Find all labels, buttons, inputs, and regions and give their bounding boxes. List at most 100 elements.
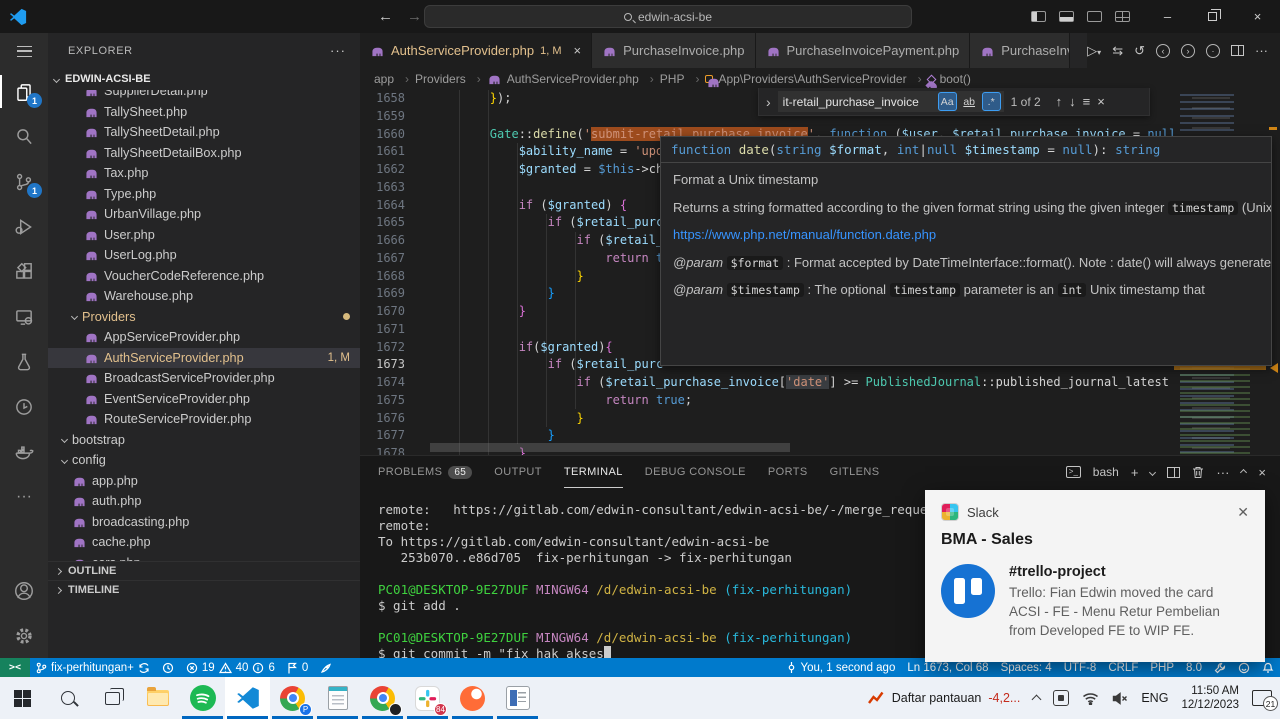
maximize-panel-icon[interactable] bbox=[1240, 468, 1247, 475]
postman-button[interactable] bbox=[450, 677, 495, 719]
shell-label[interactable]: bash bbox=[1093, 465, 1119, 479]
minimize-button[interactable]: – bbox=[1145, 0, 1190, 33]
tree-item[interactable]: AuthServiceProvider.php 1, M bbox=[48, 348, 360, 369]
sidebar-item-run-debug[interactable] bbox=[0, 204, 48, 249]
remote-indicator[interactable]: >< bbox=[0, 658, 30, 677]
panel-tab[interactable]: GITLENS bbox=[830, 456, 880, 488]
tree-item[interactable]: User.php bbox=[48, 225, 360, 246]
editor-tab[interactable]: PurchaseInvoice × bbox=[970, 33, 1070, 68]
editor-tab[interactable]: PurchaseInvoice.php × bbox=[592, 33, 755, 68]
sidebar-section-header[interactable]: OUTLINE bbox=[48, 561, 360, 580]
flag-indicator[interactable]: 0 bbox=[281, 658, 314, 677]
tree-item[interactable]: Tax.php bbox=[48, 163, 360, 184]
find-query-text[interactable]: it-retail_purchase_invoice bbox=[783, 95, 935, 109]
tree-item[interactable]: BroadcastServiceProvider.php bbox=[48, 368, 360, 389]
tree-item[interactable]: auth.php bbox=[48, 491, 360, 512]
explorer-more-actions[interactable]: ··· bbox=[330, 43, 346, 58]
more-views-button[interactable]: ··· bbox=[0, 474, 48, 519]
breadcrumb-item[interactable]: Providers › bbox=[415, 72, 487, 86]
problems-indicator[interactable]: 19 40 6 bbox=[180, 658, 281, 677]
match-case-toggle[interactable]: Aa bbox=[938, 92, 957, 111]
sidebar-item-extension-circle[interactable] bbox=[0, 384, 48, 429]
wifi-icon[interactable] bbox=[1082, 692, 1099, 705]
tree-item[interactable]: bootstrap bbox=[48, 430, 360, 451]
spotify-button[interactable] bbox=[180, 677, 225, 719]
volume-muted-icon[interactable] bbox=[1112, 692, 1128, 705]
panel-tab[interactable]: TERMINAL bbox=[564, 456, 623, 488]
find-close-icon[interactable]: × bbox=[1097, 94, 1105, 109]
next-change-icon[interactable]: › bbox=[1181, 44, 1195, 58]
language-indicator[interactable]: ENG bbox=[1141, 691, 1168, 705]
hidden-icons-chevron[interactable] bbox=[1032, 695, 1042, 705]
tree-item[interactable]: TallySheet.php bbox=[48, 102, 360, 123]
editor-tab[interactable]: AuthServiceProvider.php 1, M × bbox=[360, 33, 592, 68]
settings-button[interactable] bbox=[0, 613, 48, 658]
discard-changes-icon[interactable]: ↺ bbox=[1134, 43, 1145, 59]
find-expand-icon[interactable]: › bbox=[766, 94, 771, 110]
rocket-indicator[interactable] bbox=[314, 658, 338, 677]
new-terminal-icon[interactable]: + bbox=[1131, 465, 1139, 480]
sidebar-item-docker[interactable] bbox=[0, 429, 48, 474]
terminal-dropdown-icon[interactable] bbox=[1149, 468, 1156, 475]
restore-button[interactable] bbox=[1190, 0, 1235, 33]
panel-tab[interactable]: PORTS bbox=[768, 456, 808, 488]
tree-item[interactable]: Type.php bbox=[48, 184, 360, 205]
tree-item[interactable]: cors.php bbox=[48, 553, 360, 562]
last-edit-indicator[interactable]: You, 1 second ago bbox=[780, 658, 902, 677]
tree-item[interactable]: VoucherCodeReference.php bbox=[48, 266, 360, 287]
start-button[interactable] bbox=[0, 677, 45, 719]
task-view-button[interactable] bbox=[90, 677, 135, 719]
find-input[interactable]: it-retail_purchase_invoice Aa ab .* bbox=[778, 91, 1004, 112]
file-explorer-button[interactable] bbox=[135, 677, 180, 719]
toggle-secondary-sidebar-icon[interactable] bbox=[1087, 11, 1102, 22]
chrome-profile2-button[interactable] bbox=[360, 677, 405, 719]
previous-change-icon[interactable]: ‹ bbox=[1156, 44, 1170, 58]
sidebar-item-testing[interactable] bbox=[0, 339, 48, 384]
panel-tab[interactable]: OUTPUT bbox=[494, 456, 542, 488]
sidebar-item-extensions[interactable] bbox=[0, 249, 48, 294]
slack-taskbar-button[interactable]: 84 bbox=[405, 677, 450, 719]
timeline-icon[interactable]: · bbox=[1206, 44, 1220, 58]
tray-app-icon[interactable] bbox=[1053, 690, 1069, 706]
customize-layout-icon[interactable] bbox=[1115, 11, 1130, 22]
compare-changes-icon[interactable]: ⇆ bbox=[1112, 43, 1123, 59]
find-previous-icon[interactable]: ↑ bbox=[1056, 94, 1063, 109]
tree-item[interactable]: broadcasting.php bbox=[48, 512, 360, 533]
nav-forward-button[interactable]: → bbox=[407, 8, 422, 25]
tree-item[interactable]: AppServiceProvider.php bbox=[48, 327, 360, 348]
close-panel-icon[interactable]: × bbox=[1258, 465, 1266, 480]
pipeline-indicator[interactable] bbox=[156, 658, 180, 677]
editor-tab[interactable]: PurchaseInvoicePayment.php × bbox=[756, 33, 971, 68]
trash-icon[interactable] bbox=[1192, 466, 1204, 479]
tree-item[interactable]: Providers bbox=[48, 307, 360, 328]
action-center-button[interactable]: 21 bbox=[1252, 690, 1272, 706]
tree-item[interactable]: UrbanVillage.php bbox=[48, 204, 360, 225]
find-next-icon[interactable]: ↓ bbox=[1069, 94, 1076, 109]
sidebar-section-header[interactable]: TIMELINE bbox=[48, 580, 360, 599]
tree-item[interactable]: config bbox=[48, 450, 360, 471]
sidebar-item-remote-explorer[interactable] bbox=[0, 294, 48, 339]
breadcrumb-item[interactable]: App\Providers\AuthServiceProvider › bbox=[705, 72, 927, 86]
explorer-root-folder[interactable]: EDWIN-ACSI-BE bbox=[48, 68, 360, 90]
taskbar-clock[interactable]: 11:50 AM 12/12/2023 bbox=[1181, 684, 1239, 712]
panel-more-icon[interactable]: ··· bbox=[1216, 465, 1229, 480]
sidebar-item-search[interactable] bbox=[0, 114, 48, 159]
panel-tab[interactable]: DEBUG CONSOLE bbox=[645, 456, 746, 488]
account-button[interactable] bbox=[0, 568, 48, 613]
tree-item[interactable]: RouteServiceProvider.php bbox=[48, 409, 360, 430]
toggle-panel-icon[interactable] bbox=[1059, 11, 1074, 22]
tree-item[interactable]: cache.php bbox=[48, 532, 360, 553]
breadcrumb-item[interactable]: boot() › bbox=[928, 72, 971, 86]
regex-toggle[interactable]: .* bbox=[982, 92, 1001, 111]
media-app-button[interactable] bbox=[495, 677, 540, 719]
toggle-sidebar-icon[interactable] bbox=[1031, 11, 1046, 22]
notepad-button[interactable] bbox=[315, 677, 360, 719]
command-center-search[interactable]: edwin-acsi-be bbox=[424, 5, 912, 28]
tree-item[interactable]: SupplierDetail.php bbox=[48, 90, 360, 102]
whole-word-toggle[interactable]: ab bbox=[960, 92, 979, 111]
tab-close-icon[interactable]: × bbox=[574, 43, 582, 58]
horizontal-scrollbar[interactable] bbox=[430, 443, 790, 452]
menu-button[interactable] bbox=[0, 33, 48, 69]
terminal-output[interactable]: remote: https://gitlab.com/edwin-consult… bbox=[378, 502, 980, 662]
tree-item[interactable]: Warehouse.php bbox=[48, 286, 360, 307]
